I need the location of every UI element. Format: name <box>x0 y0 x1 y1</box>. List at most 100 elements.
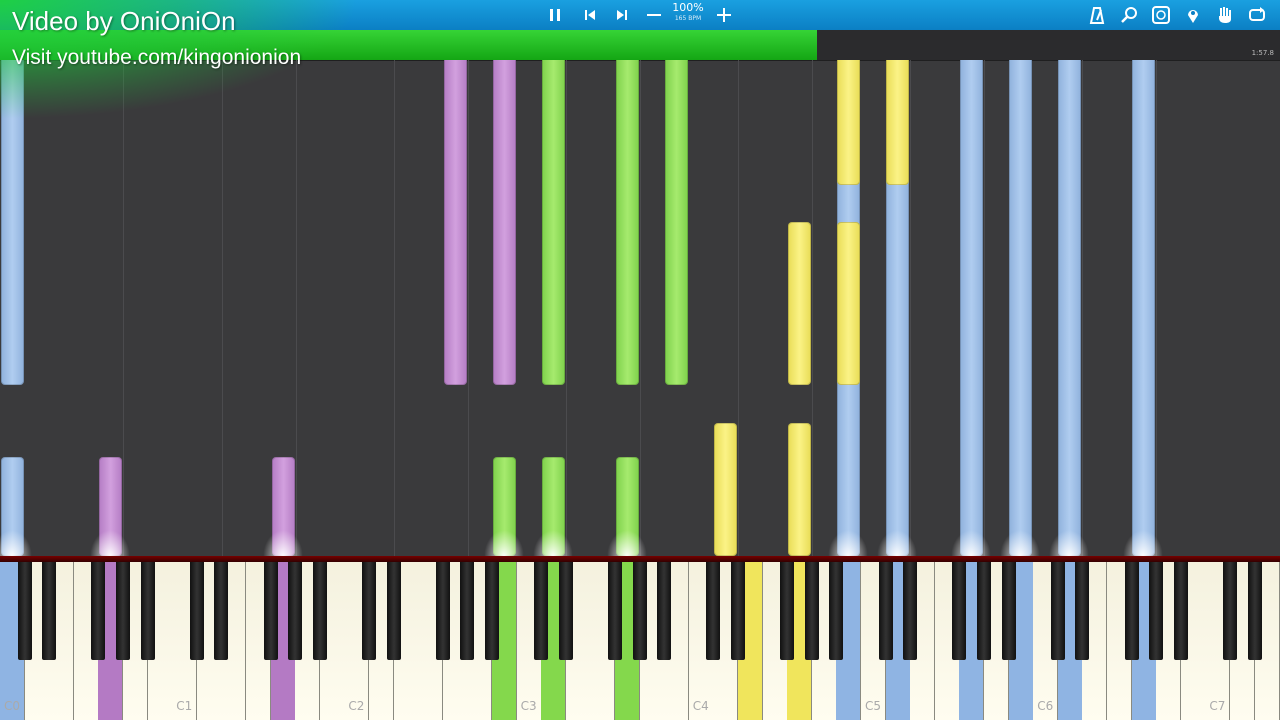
falling-note <box>493 60 516 385</box>
black-key[interactable] <box>435 562 450 660</box>
falling-note <box>1009 60 1032 556</box>
skip-back-button[interactable] <box>578 3 602 27</box>
search-button[interactable] <box>1117 3 1141 27</box>
octave-label: C3 <box>520 699 537 713</box>
black-key[interactable] <box>829 562 844 660</box>
pause-button[interactable] <box>543 3 567 27</box>
black-key[interactable] <box>952 562 967 660</box>
black-key[interactable] <box>608 562 622 660</box>
octave-label: C7 <box>1209 699 1226 713</box>
video-credit: Video by OniOniOn <box>12 6 236 36</box>
credit-overlay: Video by OniOniOn Visit youtube.com/king… <box>0 0 360 120</box>
black-key[interactable] <box>386 562 401 660</box>
pause-icon <box>550 9 560 21</box>
synthesia-window: 100% 165 BPM 1:57.8 Video by OniOniOn Vi… <box>0 0 1280 720</box>
black-key[interactable] <box>657 562 672 660</box>
black-key[interactable] <box>1124 562 1139 660</box>
black-key[interactable] <box>558 562 573 660</box>
octave-gridline <box>910 60 911 556</box>
falling-note <box>837 222 860 385</box>
key-hit-sparkle <box>1049 530 1089 556</box>
black-key[interactable] <box>1173 562 1188 660</box>
octave-gridline <box>640 60 641 556</box>
black-key[interactable] <box>780 562 795 660</box>
octave-gridline <box>812 60 813 556</box>
metronome-button[interactable] <box>1085 3 1109 27</box>
key-hit-sparkle <box>484 530 524 556</box>
falling-note <box>837 60 860 185</box>
black-key[interactable] <box>804 562 819 660</box>
hand-icon <box>1219 7 1231 23</box>
falling-note <box>960 60 983 556</box>
channel-link-text: Visit youtube.com/kingonionion <box>12 46 302 69</box>
octave-gridline <box>984 60 985 556</box>
black-key[interactable] <box>903 562 918 660</box>
black-key[interactable] <box>977 562 991 660</box>
black-key[interactable] <box>534 562 549 660</box>
black-key[interactable] <box>731 562 745 660</box>
keyboard-settings-button[interactable] <box>1149 3 1173 27</box>
falling-note <box>788 222 811 385</box>
black-key[interactable] <box>288 562 303 660</box>
speed-down-button[interactable] <box>642 3 666 27</box>
metronome-icon <box>1089 7 1105 24</box>
octave-gridline <box>222 60 223 556</box>
black-key[interactable] <box>878 562 893 660</box>
black-key[interactable] <box>1223 562 1237 660</box>
skip-back-icon <box>585 10 595 20</box>
black-key[interactable] <box>263 562 278 660</box>
black-key[interactable] <box>42 562 57 660</box>
black-key[interactable] <box>91 562 106 660</box>
minus-icon <box>647 14 661 16</box>
octave-label: C1 <box>176 699 193 713</box>
black-key[interactable] <box>1149 562 1164 660</box>
song-time: 1:57.8 <box>1251 49 1274 57</box>
key-hit-sparkle <box>1000 530 1040 556</box>
black-key[interactable] <box>485 562 499 660</box>
black-key[interactable] <box>189 562 204 660</box>
black-key[interactable] <box>1001 562 1016 660</box>
octave-gridline <box>123 60 124 556</box>
key-hit-sparkle <box>877 530 917 556</box>
falling-note <box>788 423 811 556</box>
black-key[interactable] <box>214 562 229 660</box>
black-key[interactable] <box>140 562 155 660</box>
map-pin-button[interactable] <box>1181 3 1205 27</box>
octave-gridline <box>566 60 567 556</box>
octave-gridline <box>296 60 297 556</box>
black-key[interactable] <box>362 562 376 660</box>
skip-forward-button[interactable] <box>610 3 634 27</box>
speed-readout: 100% 165 BPM <box>668 2 708 23</box>
hand-button[interactable] <box>1213 3 1237 27</box>
octave-gridline <box>1156 60 1157 556</box>
falling-note <box>1058 60 1081 556</box>
octave-label: C6 <box>1037 699 1054 713</box>
key-hit-sparkle <box>263 530 303 556</box>
black-key[interactable] <box>116 562 130 660</box>
falling-note <box>1132 60 1155 556</box>
black-key[interactable] <box>1247 562 1262 660</box>
octave-gridline <box>1082 60 1083 556</box>
black-key[interactable] <box>312 562 327 660</box>
keyboard-settings-icon <box>1152 6 1170 24</box>
falling-note <box>886 60 909 185</box>
key-hit-sparkle <box>828 530 868 556</box>
skip-forward-icon <box>617 10 627 20</box>
black-key[interactable] <box>706 562 721 660</box>
falling-note <box>714 423 737 556</box>
octave-label: C4 <box>692 699 709 713</box>
loop-button[interactable] <box>1245 3 1269 27</box>
key-hit-sparkle <box>1123 530 1163 556</box>
piano-keyboard[interactable] <box>0 556 1280 720</box>
key-hit-sparkle <box>533 530 573 556</box>
black-key[interactable] <box>632 562 647 660</box>
note-field <box>0 60 1280 556</box>
black-key[interactable] <box>1075 562 1090 660</box>
speed-up-button[interactable] <box>712 3 736 27</box>
black-key[interactable] <box>1050 562 1065 660</box>
map-pin-icon <box>1188 10 1198 23</box>
black-key[interactable] <box>460 562 475 660</box>
octave-gridline <box>738 60 739 556</box>
black-key[interactable] <box>17 562 32 660</box>
falling-note <box>616 60 639 385</box>
